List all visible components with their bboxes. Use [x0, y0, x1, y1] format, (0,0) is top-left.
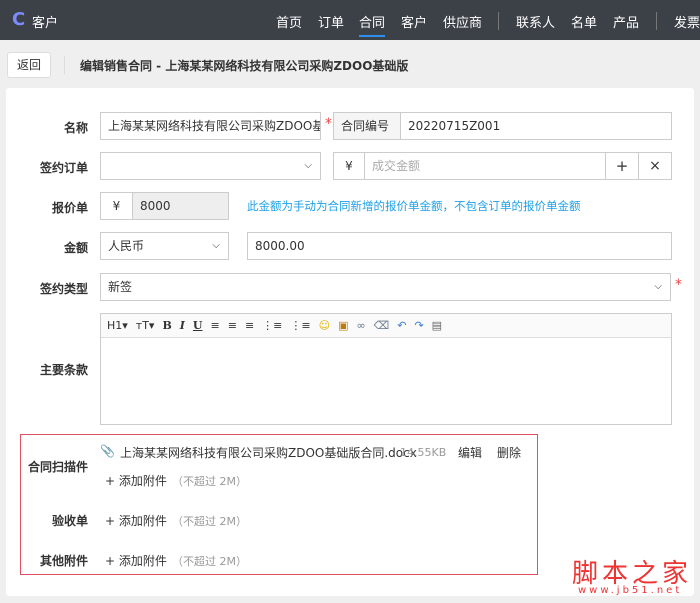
name-label: 名称: [63, 121, 88, 135]
nav-divider: [498, 12, 499, 30]
ordered-list-icon[interactable]: ⋮≡: [262, 319, 282, 332]
app-logo-icon: C: [12, 9, 26, 30]
scan-label: 合同扫描件: [27, 460, 88, 474]
type-value: 新签: [108, 280, 133, 294]
page-title: 编辑销售合同 - 上海某某网络科技有限公司采购ZDOO基础版: [80, 59, 409, 73]
type-label: 签约类型: [39, 282, 88, 296]
nav-supplier[interactable]: 供应商: [443, 12, 482, 31]
money-label: 金额: [63, 241, 88, 255]
eraser-icon[interactable]: ⌫: [374, 319, 390, 332]
required-mark: *: [325, 116, 332, 132]
quote-currency: ¥: [100, 192, 133, 220]
nav-list[interactable]: 名单: [571, 12, 597, 31]
terms-label: 主要条款: [39, 363, 88, 377]
acceptance-label: 验收单: [51, 514, 88, 528]
contract-code-input[interactable]: 20220715Z001: [400, 112, 672, 140]
nav-home[interactable]: 首页: [276, 12, 302, 31]
nav-product[interactable]: 产品: [613, 12, 639, 31]
chevron-down-icon: ⌵: [212, 240, 220, 251]
currency-addon: ¥: [333, 152, 365, 180]
size-limit: （不超过 2M）: [172, 515, 247, 528]
currency-select[interactable]: 人民币 ⌵: [100, 232, 229, 260]
contract-code-label: 合同编号: [333, 112, 401, 140]
quote-label: 报价单: [51, 201, 88, 215]
name-input[interactable]: 上海某某网络科技有限公司采购ZDOO基础版: [100, 112, 321, 140]
chevron-down-icon: ⌵: [304, 160, 312, 171]
paste-icon[interactable]: ▤: [432, 319, 442, 332]
nav-invoice[interactable]: 发票: [674, 12, 700, 31]
top-navbar: C 客户 首页 订单 合同 客户 供应商 联系人 名单 产品 发票: [0, 0, 700, 40]
nav-divider: [656, 12, 657, 30]
underline-button[interactable]: U: [193, 319, 203, 332]
order-select[interactable]: ⌵: [100, 152, 321, 180]
back-button[interactable]: 返回: [7, 52, 51, 78]
delete-file-button[interactable]: 删除: [497, 444, 521, 461]
app-name: 客户: [32, 16, 59, 31]
font-size-button[interactable]: тT▾: [136, 319, 155, 332]
required-mark: *: [675, 277, 682, 293]
paperclip-icon: 📎: [100, 444, 115, 458]
quote-input: 8000: [132, 192, 229, 220]
italic-button[interactable]: I: [180, 319, 185, 332]
nav-order[interactable]: 订单: [318, 12, 344, 31]
link-icon[interactable]: ∞: [356, 319, 365, 332]
redo-icon[interactable]: ↷: [414, 319, 423, 332]
file-name[interactable]: 上海某某网络科技有限公司采购ZDOO基础版合同.docx: [120, 444, 417, 461]
quote-info: 此金额为手动为合同新增的报价单金额，不包含订单的报价单金额: [247, 199, 581, 213]
undo-icon[interactable]: ↶: [397, 319, 406, 332]
add-order-button[interactable]: +: [605, 152, 639, 180]
size-limit: （不超过 2M）: [172, 475, 247, 488]
align-center-icon[interactable]: ≡: [228, 319, 237, 332]
rich-text-editor[interactable]: H1▾ тT▾ B I U ≡ ≡ ≡ ⋮≡ ⋮≡ ☺ ▣ ∞ ⌫ ↶ ↷ ▤: [100, 313, 672, 425]
heading-button[interactable]: H1▾: [107, 319, 128, 332]
add-scan-attachment[interactable]: + 添加附件: [105, 472, 167, 489]
edit-file-button[interactable]: 编辑: [458, 444, 482, 461]
currency-value: 人民币: [108, 239, 145, 253]
header-divider: [64, 56, 65, 74]
order-label: 签约订单: [39, 161, 88, 175]
amount-input[interactable]: 成交金额: [364, 152, 606, 180]
unordered-list-icon[interactable]: ⋮≡: [290, 319, 310, 332]
remove-order-button[interactable]: ×: [638, 152, 672, 180]
chevron-down-icon: ⌵: [654, 281, 662, 292]
add-other-attachment[interactable]: + 添加附件: [105, 552, 167, 569]
type-select[interactable]: 新签 ⌵: [100, 273, 671, 301]
other-label: 其他附件: [39, 554, 88, 568]
editor-toolbar: H1▾ тT▾ B I U ≡ ≡ ≡ ⋮≡ ⋮≡ ☺ ▣ ∞ ⌫ ↶ ↷ ▤: [101, 314, 671, 338]
align-right-icon[interactable]: ≡: [245, 319, 254, 332]
emoji-icon[interactable]: ☺: [319, 319, 330, 332]
nav-contact[interactable]: 联系人: [516, 12, 555, 31]
size-limit: （不超过 2M）: [172, 555, 247, 568]
watermark-url: www.jb51.net: [578, 585, 683, 596]
file-size: 14.55KB: [400, 446, 447, 459]
money-input[interactable]: 8000.00: [247, 232, 672, 260]
nav-customer[interactable]: 客户: [401, 12, 427, 31]
bold-button[interactable]: B: [162, 319, 171, 332]
add-acceptance-attachment[interactable]: + 添加附件: [105, 512, 167, 529]
image-icon[interactable]: ▣: [338, 319, 348, 332]
nav-contract[interactable]: 合同: [359, 12, 386, 37]
align-left-icon[interactable]: ≡: [211, 319, 220, 332]
